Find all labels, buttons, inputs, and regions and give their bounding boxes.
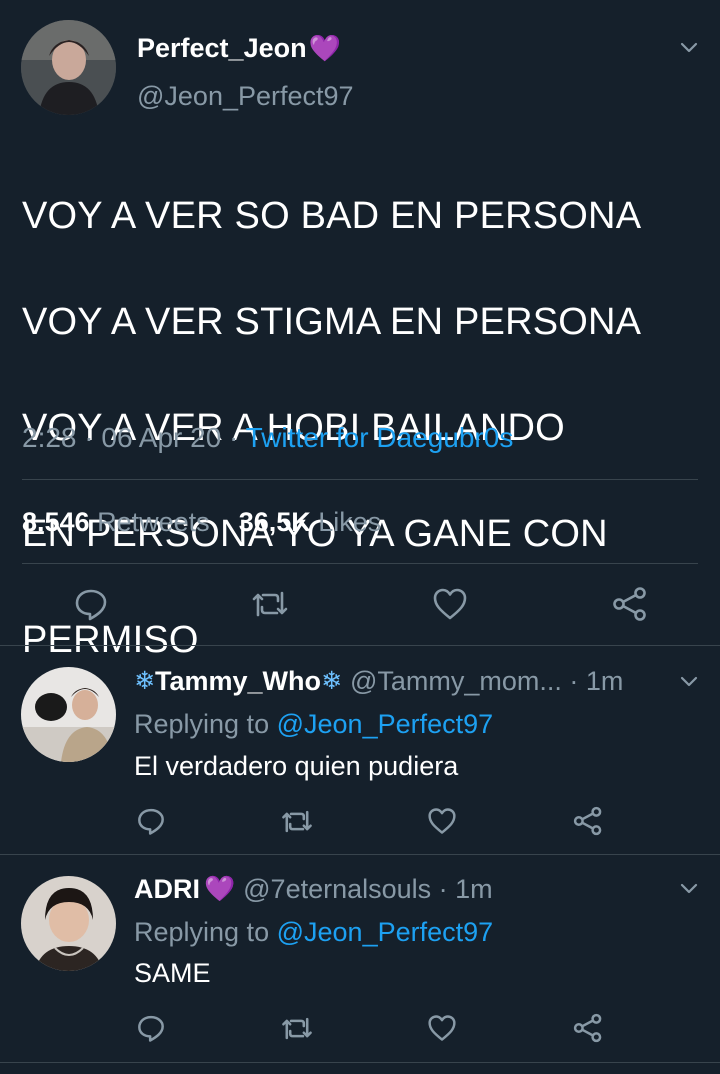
retweet-icon[interactable] [280, 807, 314, 836]
reply-text: El verdadero quien pudiera [134, 751, 459, 781]
reply-icon[interactable] [136, 1013, 166, 1043]
like-icon[interactable] [432, 587, 468, 621]
tweet-meta: 2:28 · 06 Apr 20 · Twitter for Daegubr0s [22, 418, 513, 458]
snowflake-emoji: ❄ [320, 667, 342, 695]
divider [0, 854, 720, 855]
reply-author-name[interactable]: ADRI 💜 [134, 871, 235, 907]
divider [22, 479, 698, 480]
reply-header: ADRI 💜 @7eternalsouls · 1m [134, 871, 493, 907]
tweet-text-line: VOY A VER SO BAD EN PERSONA [22, 195, 642, 237]
tweet-source-link[interactable]: Twitter for Daegubr0s [246, 422, 514, 453]
divider [22, 563, 698, 564]
like-icon[interactable] [427, 1014, 457, 1042]
tweet-date: 06 Apr 20 [101, 422, 222, 453]
reply-author-avatar[interactable] [21, 876, 116, 971]
reply-time[interactable]: 1m [455, 871, 493, 907]
separator: · [76, 422, 102, 453]
share-icon[interactable] [573, 806, 603, 836]
main-author-handle[interactable]: @Jeon_Perfect97 [137, 78, 354, 114]
replying-to: Replying to @Jeon_Perfect97 [134, 709, 494, 739]
tweet-text-line: VOY A VER STIGMA EN PERSONA [22, 301, 642, 343]
reply-text: SAME [134, 958, 211, 988]
reply-icon[interactable] [73, 586, 109, 622]
reply-header: ❄ Tammy_Who ❄ @Tammy_mom... · 1m [134, 663, 623, 699]
chevron-down-icon[interactable] [678, 877, 700, 899]
divider [0, 645, 720, 646]
main-author-avatar[interactable] [21, 20, 116, 115]
replying-to-handle[interactable]: @Jeon_Perfect97 [277, 709, 494, 739]
purple-heart-emoji: 💜 [204, 875, 236, 903]
reply-icon[interactable] [136, 806, 166, 836]
share-icon[interactable] [573, 1013, 603, 1043]
share-icon[interactable] [612, 586, 648, 622]
tweet-time: 2:28 [22, 422, 77, 453]
reply-author-handle[interactable]: @7eternalsouls [243, 871, 431, 907]
chevron-down-icon[interactable] [678, 670, 700, 692]
reply-author-avatar[interactable] [21, 667, 116, 762]
retweets-stat[interactable]: 8.546 Retweets [22, 507, 210, 537]
chevron-down-icon[interactable] [678, 36, 700, 58]
separator: · [561, 666, 586, 696]
replying-to: Replying to @Jeon_Perfect97 [134, 917, 494, 947]
reply-time[interactable]: 1m [586, 663, 624, 699]
likes-stat[interactable]: 36,5K Likes [239, 507, 382, 537]
main-author-name[interactable]: Perfect_Jeon 💜 [137, 30, 341, 66]
replying-to-handle[interactable]: @Jeon_Perfect97 [277, 917, 494, 947]
separator: · [221, 422, 246, 453]
retweet-icon[interactable] [280, 1014, 314, 1043]
tweet-text-line: PERMISO [22, 619, 199, 661]
reply-author-handle[interactable]: @Tammy_mom... [350, 663, 562, 699]
reply-author-name[interactable]: ❄ Tammy_Who ❄ [134, 663, 342, 699]
retweet-icon[interactable] [250, 587, 290, 621]
purple-heart-emoji: 💜 [308, 33, 341, 63]
snowflake-emoji: ❄ [134, 667, 155, 695]
separator: · [431, 874, 456, 904]
like-icon[interactable] [427, 807, 457, 835]
tweet-stats: 8.546 Retweets 36,5K Likes [22, 502, 381, 542]
divider [0, 1062, 720, 1063]
